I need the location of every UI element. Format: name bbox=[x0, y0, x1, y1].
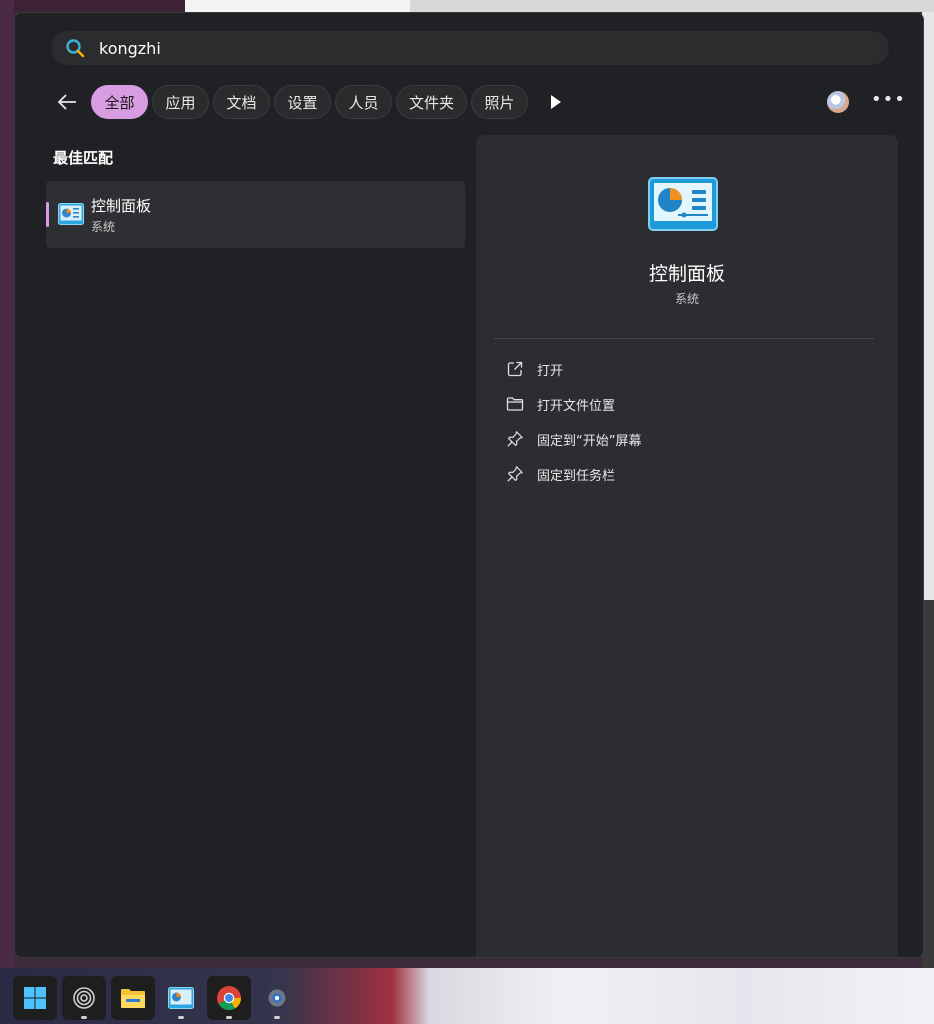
action-label: 固定到“开始”屏幕 bbox=[537, 433, 642, 449]
filter-bar: 全部 应用 文档 设置 人员 文件夹 照片 ••• bbox=[51, 85, 905, 119]
search-panel: 全部 应用 文档 设置 人员 文件夹 照片 ••• 最佳匹配 控制面板 系统 bbox=[14, 12, 924, 958]
taskbar-control-panel[interactable] bbox=[159, 976, 203, 1020]
start-icon bbox=[24, 987, 46, 1009]
tab-apps[interactable]: 应用 bbox=[152, 85, 209, 119]
details-pane: 控制面板 系统 打开 打开文件位置 固定到“开始”屏幕 固定到任务栏 bbox=[476, 135, 898, 957]
taskbar bbox=[0, 968, 934, 1024]
control-panel-icon bbox=[58, 203, 84, 225]
action-pin-to-start[interactable]: 固定到“开始”屏幕 bbox=[506, 427, 641, 451]
tab-folders[interactable]: 文件夹 bbox=[396, 85, 467, 119]
result-subtitle: 系统 bbox=[91, 220, 116, 234]
tab-photos[interactable]: 照片 bbox=[471, 85, 528, 119]
action-label: 打开 bbox=[537, 363, 564, 379]
file-explorer-icon bbox=[121, 989, 145, 1008]
start-button[interactable] bbox=[13, 976, 57, 1020]
settings-icon bbox=[268, 989, 286, 1007]
running-indicator bbox=[178, 1016, 184, 1019]
tab-people[interactable]: 人员 bbox=[335, 85, 392, 119]
selection-indicator bbox=[46, 202, 49, 227]
details-title: 控制面板 bbox=[648, 263, 725, 285]
tab-documents[interactable]: 文档 bbox=[213, 85, 270, 119]
action-label: 固定到任务栏 bbox=[537, 468, 616, 484]
tab-settings[interactable]: 设置 bbox=[274, 85, 331, 119]
background-window bbox=[410, 0, 934, 12]
pin-icon bbox=[507, 431, 523, 447]
control-panel-icon bbox=[168, 987, 194, 1009]
pin-icon bbox=[507, 466, 523, 482]
action-pin-to-taskbar[interactable]: 固定到任务栏 bbox=[506, 462, 615, 486]
desktop-background bbox=[0, 0, 185, 12]
taskbar-cortana[interactable] bbox=[62, 976, 106, 1020]
action-open[interactable]: 打开 bbox=[506, 357, 563, 381]
desktop-background bbox=[0, 0, 14, 968]
taskbar-settings[interactable] bbox=[255, 976, 299, 1020]
more-filters-play-icon[interactable] bbox=[549, 94, 563, 110]
search-box[interactable] bbox=[51, 31, 889, 65]
taskbar-chrome[interactable] bbox=[207, 976, 251, 1020]
search-input[interactable] bbox=[97, 37, 889, 59]
chrome-icon bbox=[217, 986, 241, 1011]
taskbar-file-explorer[interactable] bbox=[111, 976, 155, 1020]
avatar[interactable] bbox=[827, 91, 849, 113]
best-match-heading: 最佳匹配 bbox=[53, 149, 114, 167]
control-panel-icon bbox=[648, 177, 718, 231]
running-indicator bbox=[226, 1016, 232, 1019]
details-subtitle: 系统 bbox=[674, 292, 699, 306]
action-open-file-location[interactable]: 打开文件位置 bbox=[506, 392, 615, 416]
open-external-icon bbox=[507, 361, 523, 377]
running-indicator bbox=[81, 1016, 87, 1019]
result-title: 控制面板 bbox=[91, 197, 152, 215]
back-arrow-icon[interactable] bbox=[55, 90, 79, 114]
divider bbox=[494, 338, 874, 339]
best-match-item[interactable]: 控制面板 系统 bbox=[46, 181, 465, 248]
background-window bbox=[185, 0, 410, 12]
folder-icon bbox=[506, 397, 524, 411]
search-icon bbox=[66, 39, 85, 58]
more-options-icon[interactable]: ••• bbox=[871, 89, 906, 110]
running-indicator bbox=[274, 1016, 280, 1019]
cortana-icon bbox=[73, 987, 95, 1009]
action-label: 打开文件位置 bbox=[537, 398, 616, 414]
tab-all[interactable]: 全部 bbox=[91, 85, 148, 119]
